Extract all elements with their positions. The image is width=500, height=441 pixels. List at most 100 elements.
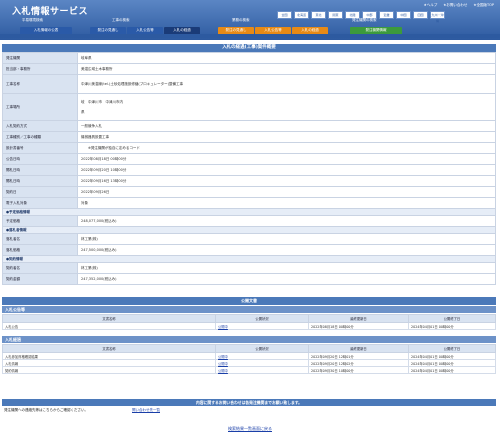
table-row: 担当部・事務所 美濃広域土木事務所 [2,63,496,75]
field-label: 公告日時 [2,153,78,165]
tab-progress-construction[interactable]: 入札の経過 [164,27,200,34]
document-name: 入札公告 [2,322,216,330]
field-label: 契約日 [2,186,78,198]
field-label: 落札価格 [2,244,78,256]
field-value: 中津川美濃線(tel.)土砂処理施設修繕(プロキュレーター)整備工事 [77,74,496,94]
contact-list-link[interactable]: 問い合わせ先一覧 [132,406,160,414]
tab-outlook-services[interactable]: 発注の見通し [218,27,254,34]
document-table-progress: 文書名称 公開状況 最終更新日 公開終了日 入札参加資格確認結果 公開中 202… [2,344,496,374]
field-label: 工事種別／工事の種類 [2,131,78,143]
field-label: 発注機関 [2,52,78,64]
field-value: 岐 中津川市 中津川市内 県 [77,93,496,121]
document-status-link[interactable]: 公開中 [218,362,228,366]
field-label: 予定価格 [2,215,78,227]
document-end: 2024年04月01日 00時00分 [408,322,496,330]
publication-title: 公開文書 [2,297,496,305]
table-row: 工事名称 中津川美濃線(tel.)土砂処理施設修繕(プロキュレーター)整備工事 [2,74,496,94]
contact-row: 発注機関への連絡先等はこちらからご確認ください。 問い合わせ先一覧 [2,406,496,414]
field-value: 2022年09月20日 10時00分 [77,164,496,176]
document-status-link[interactable]: 公開中 [218,355,228,359]
field-value: 2022年08月18日 00時00分 [77,153,496,165]
region-kinki[interactable]: 近畿 [379,11,394,19]
table-row: 入札情報 公開中 2022年09月20日 12時02分 2024年04月01日 … [2,359,496,367]
field-value: 林工業(株) [77,262,496,274]
column-header: 文書名称 [2,314,216,323]
document-updated: 2022年09月20日 12時01分 [308,352,409,360]
tab-outlook-construction[interactable]: 発注の見通し [90,27,126,34]
field-label: 落札者名 [2,233,78,245]
field-label: 担当部・事務所 [2,63,78,75]
column-header: 最終更新日 [308,314,409,323]
field-value: 248,077,000(税込み) [77,215,496,227]
group-header-progress: 入札経過 [2,336,496,343]
back-to-results-link[interactable]: 検索結果一覧画面に戻る [0,426,500,432]
section-title-contract: ●契約情報 [2,255,496,263]
help-link[interactable]: ★ヘルプ [424,3,438,8]
region-tohoku[interactable]: 東北 [311,11,326,19]
field-label: 電子入札対象 [2,197,78,209]
tab-progress-services[interactable]: 入札の経過 [292,27,328,34]
field-value: 林工業(株) [77,233,496,245]
category-construction: 工事の検索 [112,18,130,22]
table-row: 契約金額 247,352,000(税込み) [2,273,496,285]
tab-publication[interactable]: 入札情報の公表 [20,27,72,34]
group-header-notice: 入札公告等 [2,306,496,313]
field-label: 開札日時 [2,175,78,187]
category-services: 業務の検索 [232,18,250,22]
table-header-row: 文書名称 公開状況 最終更新日 公開終了日 [2,314,496,323]
tab-agency-info[interactable]: 発注機関情報 [350,27,402,34]
document-name: 入札参加資格確認結果 [2,352,216,360]
tab-notice-services[interactable]: 入札公告等 [255,27,291,34]
tab-underline [0,34,500,38]
region-kanto[interactable]: 関東 [328,11,343,19]
page-title: 入札の経過(工事)案件概要 [2,44,496,52]
table-row: 入札契約方式 一般競争入札 [2,120,496,132]
category-environment: 平易環境検索 [22,18,43,22]
region-hokkaido[interactable]: 北海道 [294,11,309,19]
region-all[interactable]: 全国 [277,11,292,19]
document-end: 2024年04月01日 00時00分 [408,352,496,360]
field-label: 工事名称 [2,74,78,94]
contact-text: 発注機関への連絡先等はこちらからご確認ください。 [4,408,88,412]
table-row: 落札価格 247,500,000(税込み) [2,244,496,256]
contact-title: 内容に関するお問い合わせは各発注機関までお願い致します。 [2,399,496,406]
column-header: 公開状況 [215,314,309,323]
section-row: ●契約情報 [2,255,496,263]
field-value: ※発注機関が独自に定めるコード [77,142,496,154]
table-row: 設計書番号 ※発注機関が独自に定めるコード [2,142,496,154]
table-row: 契約者名 林工業(株) [2,262,496,274]
tab-notice-construction[interactable]: 入札公告等 [127,27,163,34]
region-chugoku[interactable]: 中国 [396,11,411,19]
site-header: 入札情報サービス ★ヘルプ ★お問い合わせ ★全国版TOP 全国 北海道 東北 … [0,0,500,40]
inquiry-link[interactable]: ★お問い合わせ [443,3,467,8]
national-top-link[interactable]: ★全国版TOP [473,3,494,8]
table-row: 開札日時 2022年09月16日 13時00分 [2,175,496,187]
column-header: 公開状況 [215,344,309,353]
field-value: 美濃広域土木事務所 [77,63,496,75]
table-row: 入札参加資格確認結果 公開中 2022年09月20日 12時01分 2024年0… [2,352,496,360]
table-row: 落札者名 林工業(株) [2,233,496,245]
field-label: 設計書番号 [2,142,78,154]
table-row: 工事場所岐 中津川市 中津川市内 県 [2,93,496,121]
top-links: ★ヘルプ ★お問い合わせ ★全国版TOP [424,3,494,8]
field-value: 対象 [77,197,496,209]
category-agencies: 発注機関の検索 [352,18,377,22]
document-updated: 2022年08月18日 00時00分 [308,322,409,330]
document-table-notice: 文書名称 公開状況 最終更新日 公開終了日 入札公告 公開中 2022年08月1… [2,314,496,330]
table-row: 契約情報 公開中 2022年09月30日 10時00分 2024年04月01日 … [2,366,496,374]
site-logo: 入札情報サービス [12,7,89,17]
document-end: 2024年04月01日 00時00分 [408,366,496,374]
column-header: 文書名称 [2,344,216,353]
field-value: 247,352,000(税込み) [77,273,496,285]
document-updated: 2022年09月30日 10時00分 [308,366,409,374]
document-status-link[interactable]: 公開中 [218,369,228,373]
region-shikoku[interactable]: 四国 [413,11,428,19]
region-kyushu[interactable]: 九州・沖縄 [430,11,445,23]
document-status-link[interactable]: 公開中 [218,325,228,329]
table-row: 電子入札対象 対象 [2,197,496,209]
section-row: ●予定価格情報 [2,208,496,216]
field-value: 247,500,000(税込み) [77,244,496,256]
table-row: 工事種別／工事の種類 機械器具設置工事 [2,131,496,143]
field-label: 入札契約方式 [2,120,78,132]
field-value: 2022年09月26日 [77,186,496,198]
